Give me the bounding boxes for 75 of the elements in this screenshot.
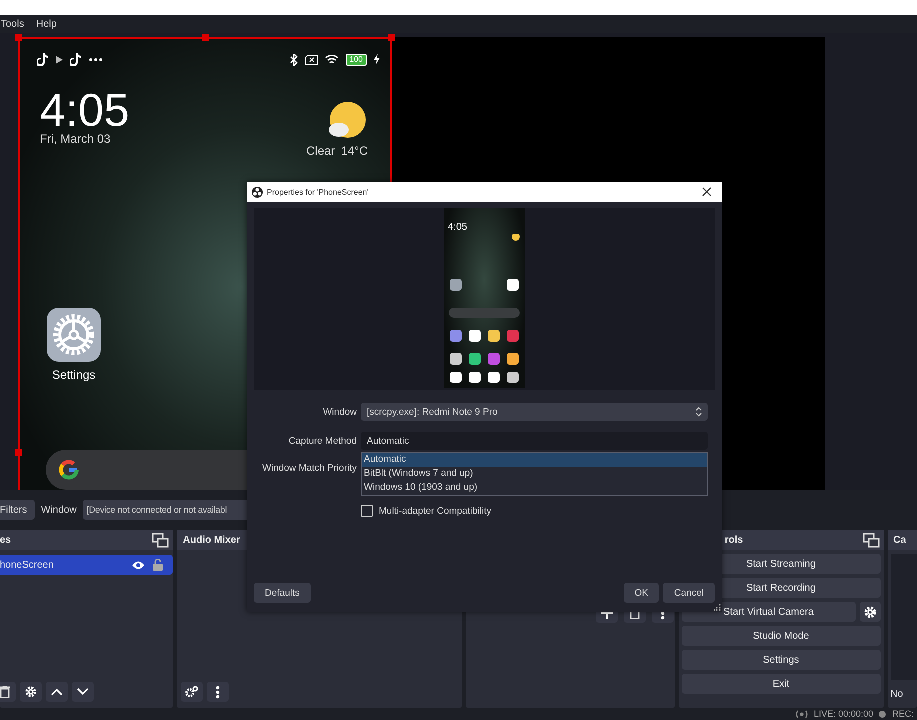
menu-item[interactable]: Help — [36, 18, 57, 30]
gears-icon — [185, 686, 200, 698]
dialog-title: Properties for 'PhoneScreen' — [267, 188, 370, 196]
virtual-camera-settings-button[interactable] — [860, 602, 880, 622]
properties-button[interactable] — [20, 682, 42, 702]
play-icon — [56, 56, 63, 64]
field-label: Capture Method — [288, 436, 358, 446]
app-label: Settings — [52, 368, 96, 382]
control-button[interactable]: Settings — [682, 650, 880, 670]
dock-text: No — [890, 689, 904, 700]
chevron-down-icon — [77, 688, 89, 696]
control-button[interactable]: Studio Mode — [682, 626, 880, 646]
broadcast-icon — [794, 710, 809, 718]
chevron-up-icon — [51, 688, 63, 696]
resize-handle[interactable] — [388, 34, 395, 41]
source-name: honeScreen — [0, 560, 55, 570]
dropdown-option[interactable]: Windows 10 (1903 and up) — [362, 481, 707, 495]
lightning-icon — [374, 54, 380, 65]
dropdown-option[interactable]: Automatic — [362, 453, 707, 467]
defaults-button[interactable]: Defaults — [254, 583, 311, 603]
kebab-menu-icon — [216, 686, 220, 698]
resize-grip-icon[interactable] — [714, 604, 721, 611]
record-icon — [878, 710, 888, 718]
menu-item[interactable]: Tools — [1, 18, 24, 30]
music-note-icon — [37, 53, 49, 66]
resize-handle[interactable] — [15, 449, 22, 456]
checkbox[interactable] — [361, 505, 373, 517]
music-note-icon — [70, 53, 82, 66]
move-up-button[interactable] — [46, 682, 68, 702]
dropdown-field[interactable]: [scrcpy.exe]: Redmi Note 9 Pro — [361, 403, 708, 421]
cancel-button[interactable]: Cancel — [663, 583, 715, 603]
battery-indicator: 100 — [346, 54, 367, 66]
close-icon[interactable] — [702, 187, 712, 197]
resize-handle[interactable] — [202, 34, 209, 41]
more-button[interactable] — [207, 682, 230, 702]
field-label: Window Match Priority — [262, 462, 358, 474]
bluetooth-icon — [290, 54, 298, 66]
dropdown-option[interactable]: BitBlt (Windows 7 and up) — [362, 467, 707, 481]
field-label: Window — [322, 406, 358, 418]
eye-icon[interactable] — [132, 560, 146, 570]
thumbnail-clock: 4:05 — [448, 222, 468, 234]
source-item[interactable]: honeScreen — [0, 555, 174, 575]
wifi-icon — [324, 54, 339, 65]
gear-icon — [864, 606, 876, 618]
app-logo-icon — [252, 186, 263, 198]
dock-title: es — [0, 534, 12, 546]
undock-icon[interactable] — [152, 532, 170, 548]
filters-button[interactable]: Filters — [0, 500, 36, 520]
multicolor-g-icon — [58, 459, 80, 481]
dropdown-field[interactable]: Automatic — [361, 432, 708, 450]
weather-condition: Clear — [306, 144, 336, 158]
dock-title: rols — [724, 534, 744, 546]
gear-icon — [25, 686, 37, 698]
trash-icon — [0, 686, 10, 698]
dock-title: Ca — [894, 534, 906, 546]
resize-handle[interactable] — [15, 34, 22, 41]
dock-title: Audio Mixer — [183, 534, 240, 546]
move-down-button[interactable] — [72, 682, 94, 702]
clock-date: Fri, March 03 — [40, 132, 112, 146]
clock-time: 4:05 — [40, 86, 130, 134]
rec-status: REC: — [892, 709, 914, 719]
undock-icon[interactable] — [862, 532, 880, 548]
ellipsis-icon — [89, 58, 103, 62]
control-button[interactable]: Exit — [682, 674, 880, 694]
settings-app-icon[interactable] — [47, 308, 101, 362]
window-label: Window — [41, 504, 77, 516]
weather-temperature: 14°C — [341, 144, 368, 158]
ok-button[interactable]: OK — [624, 583, 660, 603]
live-status: LIVE: 00:00:00 — [814, 709, 874, 719]
remove-button[interactable] — [0, 682, 16, 702]
sun-cloud-icon — [326, 102, 368, 140]
lock-icon[interactable] — [153, 559, 164, 571]
sim-x-icon — [304, 54, 318, 64]
spinner-arrows-icon — [696, 407, 702, 417]
advanced-audio-button[interactable] — [181, 682, 204, 702]
